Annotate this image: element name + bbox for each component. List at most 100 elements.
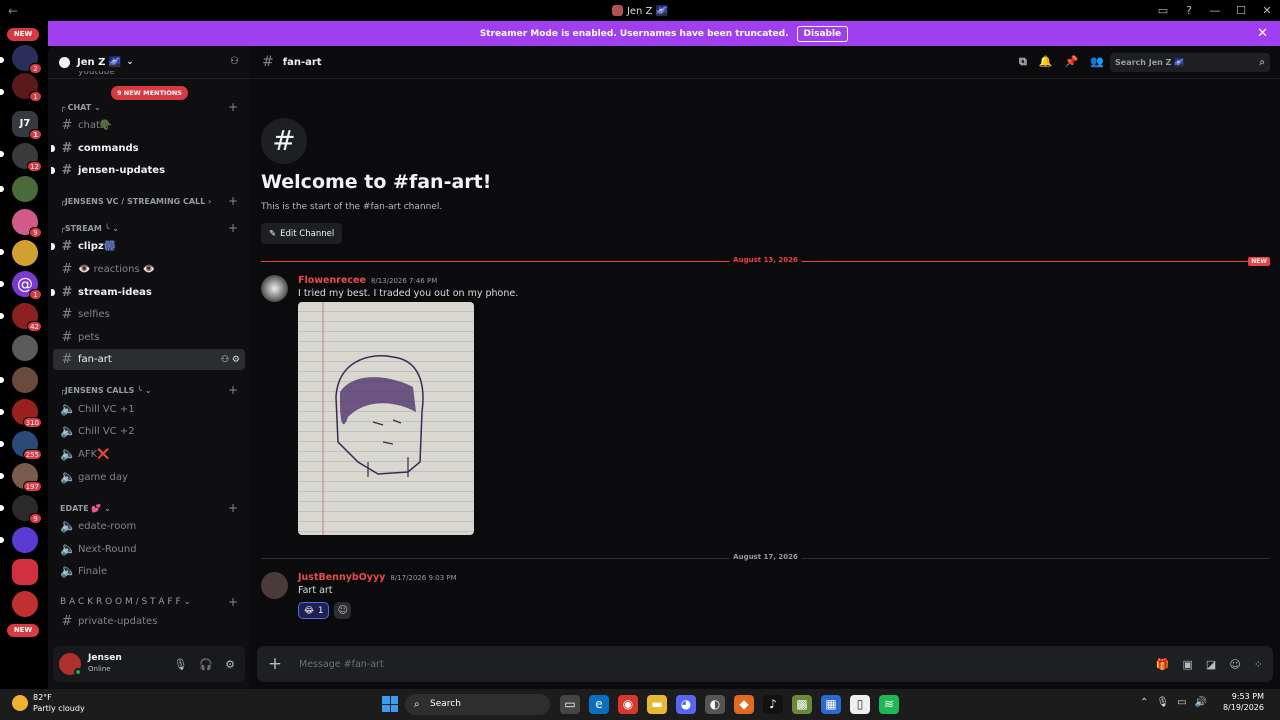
new-badge[interactable]: NEW xyxy=(7,624,39,637)
create-channel-icon[interactable]: + xyxy=(228,100,238,114)
server-icon[interactable]: @1 xyxy=(12,271,42,300)
server-icon[interactable]: 9 xyxy=(12,495,42,524)
server-icon[interactable]: 1 xyxy=(12,73,42,102)
avatar[interactable] xyxy=(59,653,82,676)
add-member-icon[interactable]: ⚇ xyxy=(230,56,239,67)
avatar[interactable] xyxy=(261,275,288,302)
server-icon[interactable] xyxy=(12,335,38,361)
store-icon[interactable]: ▦ xyxy=(821,695,841,714)
file-explorer-icon[interactable]: ▬ xyxy=(647,695,667,714)
channel-commands[interactable]: # commands xyxy=(51,138,245,159)
channel-fan-art[interactable]: # fan-art ⚇ ⚙ xyxy=(53,349,245,370)
add-reaction-icon[interactable]: ☺ xyxy=(334,602,352,619)
server-icon[interactable]: 255 xyxy=(12,431,42,460)
channel-clipz[interactable]: # clipz🎆 xyxy=(51,236,245,257)
display-icon[interactable]: ▭ xyxy=(1177,697,1186,708)
disable-button[interactable]: Disable xyxy=(796,25,849,42)
sticker-icon[interactable]: ◪ xyxy=(1206,658,1216,671)
close-icon[interactable]: ✕ xyxy=(1257,26,1268,41)
fl-studio-icon[interactable]: ◆ xyxy=(734,695,754,714)
pin-icon[interactable]: 📌 xyxy=(1065,55,1079,69)
search-input[interactable]: Search Jen Z 🌌 ⌕ xyxy=(1110,53,1270,72)
voice-edate-room[interactable]: 🔈 edate-room xyxy=(53,516,245,537)
weather-widget[interactable]: 82°F Partly cloudy xyxy=(12,692,85,714)
create-channel-icon[interactable]: + xyxy=(228,383,238,397)
channel-selfies[interactable]: # selfies xyxy=(53,304,245,325)
create-channel-icon[interactable]: + xyxy=(228,501,238,515)
chrome-icon[interactable]: ◉ xyxy=(618,695,638,714)
channel-pets[interactable]: # pets xyxy=(53,327,245,348)
channel-reactions[interactable]: # 👁️ reactions 👁️ xyxy=(53,259,245,280)
gear-icon[interactable]: ⚙ xyxy=(225,658,235,671)
notepad-icon[interactable]: ▯ xyxy=(850,695,870,714)
emoji-icon[interactable]: ☺ xyxy=(1229,658,1240,671)
gift-icon[interactable]: 🎁 xyxy=(1156,658,1170,671)
reaction-button[interactable]: 😂 1 xyxy=(298,602,330,619)
chevron-up-icon[interactable]: ⌃ xyxy=(1140,697,1148,708)
server-icon[interactable]: 197 xyxy=(12,463,42,492)
voice-game-day[interactable]: 🔈 game day xyxy=(53,467,245,488)
category-edate[interactable]: EDATE 💕 ⌄ + xyxy=(56,500,246,516)
server-icon[interactable]: 9 xyxy=(12,209,42,238)
category-backroom-staff[interactable]: B A C K R O O M / S T A F F ⌄ + xyxy=(56,594,246,610)
new-mentions-badge[interactable]: 9 NEW MENTIONS xyxy=(111,86,188,100)
gif-icon[interactable]: ▣ xyxy=(1183,658,1193,671)
steam-icon[interactable]: ◐ xyxy=(705,695,725,714)
server-icon[interactable] xyxy=(12,176,38,202)
apps-icon[interactable]: ⁘ xyxy=(1254,658,1263,671)
server-icon[interactable]: 12 xyxy=(12,143,42,172)
server-icon[interactable]: 310 xyxy=(12,399,42,428)
message-input[interactable]: Message #fan-art xyxy=(299,659,384,670)
category-stream[interactable]: ╭STREAM ╰ ⌄ + xyxy=(56,220,246,236)
server-icon[interactable] xyxy=(12,591,38,617)
user-panel[interactable]: Jensen Online 🎙 🎧 ⚙ xyxy=(53,646,245,682)
voice-afk[interactable]: 🔈 AFK❌ xyxy=(53,444,245,465)
edit-channel-button[interactable]: ✎ Edit Channel xyxy=(261,223,342,244)
create-channel-icon[interactable]: + xyxy=(228,595,238,609)
microphone-icon[interactable]: 🎙 xyxy=(1156,697,1169,708)
volume-icon[interactable]: 🔊 xyxy=(1195,697,1207,708)
server-icon[interactable] xyxy=(12,559,38,585)
inbox-icon[interactable]: ▭ xyxy=(1150,4,1176,17)
tiktok-icon[interactable]: ♪ xyxy=(763,695,783,714)
create-channel-icon[interactable]: + xyxy=(228,221,238,235)
server-icon[interactable] xyxy=(12,240,38,266)
start-button[interactable] xyxy=(382,696,398,712)
close-window-button[interactable]: ✕ xyxy=(1254,4,1280,17)
headphones-icon[interactable]: 🎧 xyxy=(199,658,213,671)
server-icon[interactable]: 42 xyxy=(12,303,42,332)
plus-icon[interactable]: + xyxy=(257,654,293,674)
minimize-button[interactable]: — xyxy=(1202,4,1228,17)
fan-art-image[interactable] xyxy=(298,302,474,535)
message-author[interactable]: Flowenrecee 8/13/2026 7:46 PM xyxy=(298,275,437,286)
server-icon[interactable] xyxy=(12,527,38,553)
channel-settings-icons[interactable]: ⚇ ⚙ xyxy=(221,355,240,365)
clipped-channel[interactable]: youtube xyxy=(78,71,115,79)
new-badge[interactable]: NEW xyxy=(7,28,39,41)
voice-next-round[interactable]: 🔈 Next-Round xyxy=(53,539,245,560)
discord-icon[interactable]: ◕ xyxy=(676,695,696,714)
message-composer[interactable]: + Message #fan-art 🎁 ▣ ◪ ☺ ⁘ xyxy=(257,646,1273,682)
message-author[interactable]: JustBennybOyyy 8/17/2026 9:03 PM xyxy=(298,572,457,583)
bell-icon[interactable]: 🔔 xyxy=(1039,55,1053,69)
category-chat[interactable]: ╭ CHAT ⌄ + xyxy=(56,99,246,115)
category-streaming-call[interactable]: ╭JENSENS VC / STREAMING CALL › + xyxy=(56,193,246,209)
clock[interactable]: 9:53 PM 8/19/2026 xyxy=(1223,691,1264,713)
avatar[interactable] xyxy=(261,572,288,599)
spotify-icon[interactable]: ≋ xyxy=(879,695,899,714)
edge-icon[interactable]: e xyxy=(589,695,609,714)
channel-chat[interactable]: # chat🪖 xyxy=(53,115,245,136)
voice-finale[interactable]: 🔈 Finale xyxy=(53,561,245,582)
help-icon[interactable]: ? xyxy=(1176,4,1202,17)
channel-stream-ideas[interactable]: # stream-ideas xyxy=(51,282,245,303)
channel-private-updates[interactable]: # private-updates xyxy=(53,611,245,632)
server-icon[interactable]: 2 xyxy=(12,45,42,74)
microphone-icon[interactable]: 🎙 xyxy=(173,658,187,671)
maximize-button[interactable]: ☐ xyxy=(1228,4,1254,17)
task-view-icon[interactable]: ▭ xyxy=(560,695,580,714)
channel-jensen-updates[interactable]: # jensen-updates xyxy=(51,160,245,181)
server-icon[interactable]: J7 1 xyxy=(12,111,42,140)
voice-chill-vc-2[interactable]: 🔈 Chill VC +2 xyxy=(53,421,245,442)
server-icon[interactable] xyxy=(12,367,38,393)
member-list-icon[interactable]: 👥 xyxy=(1090,55,1104,69)
